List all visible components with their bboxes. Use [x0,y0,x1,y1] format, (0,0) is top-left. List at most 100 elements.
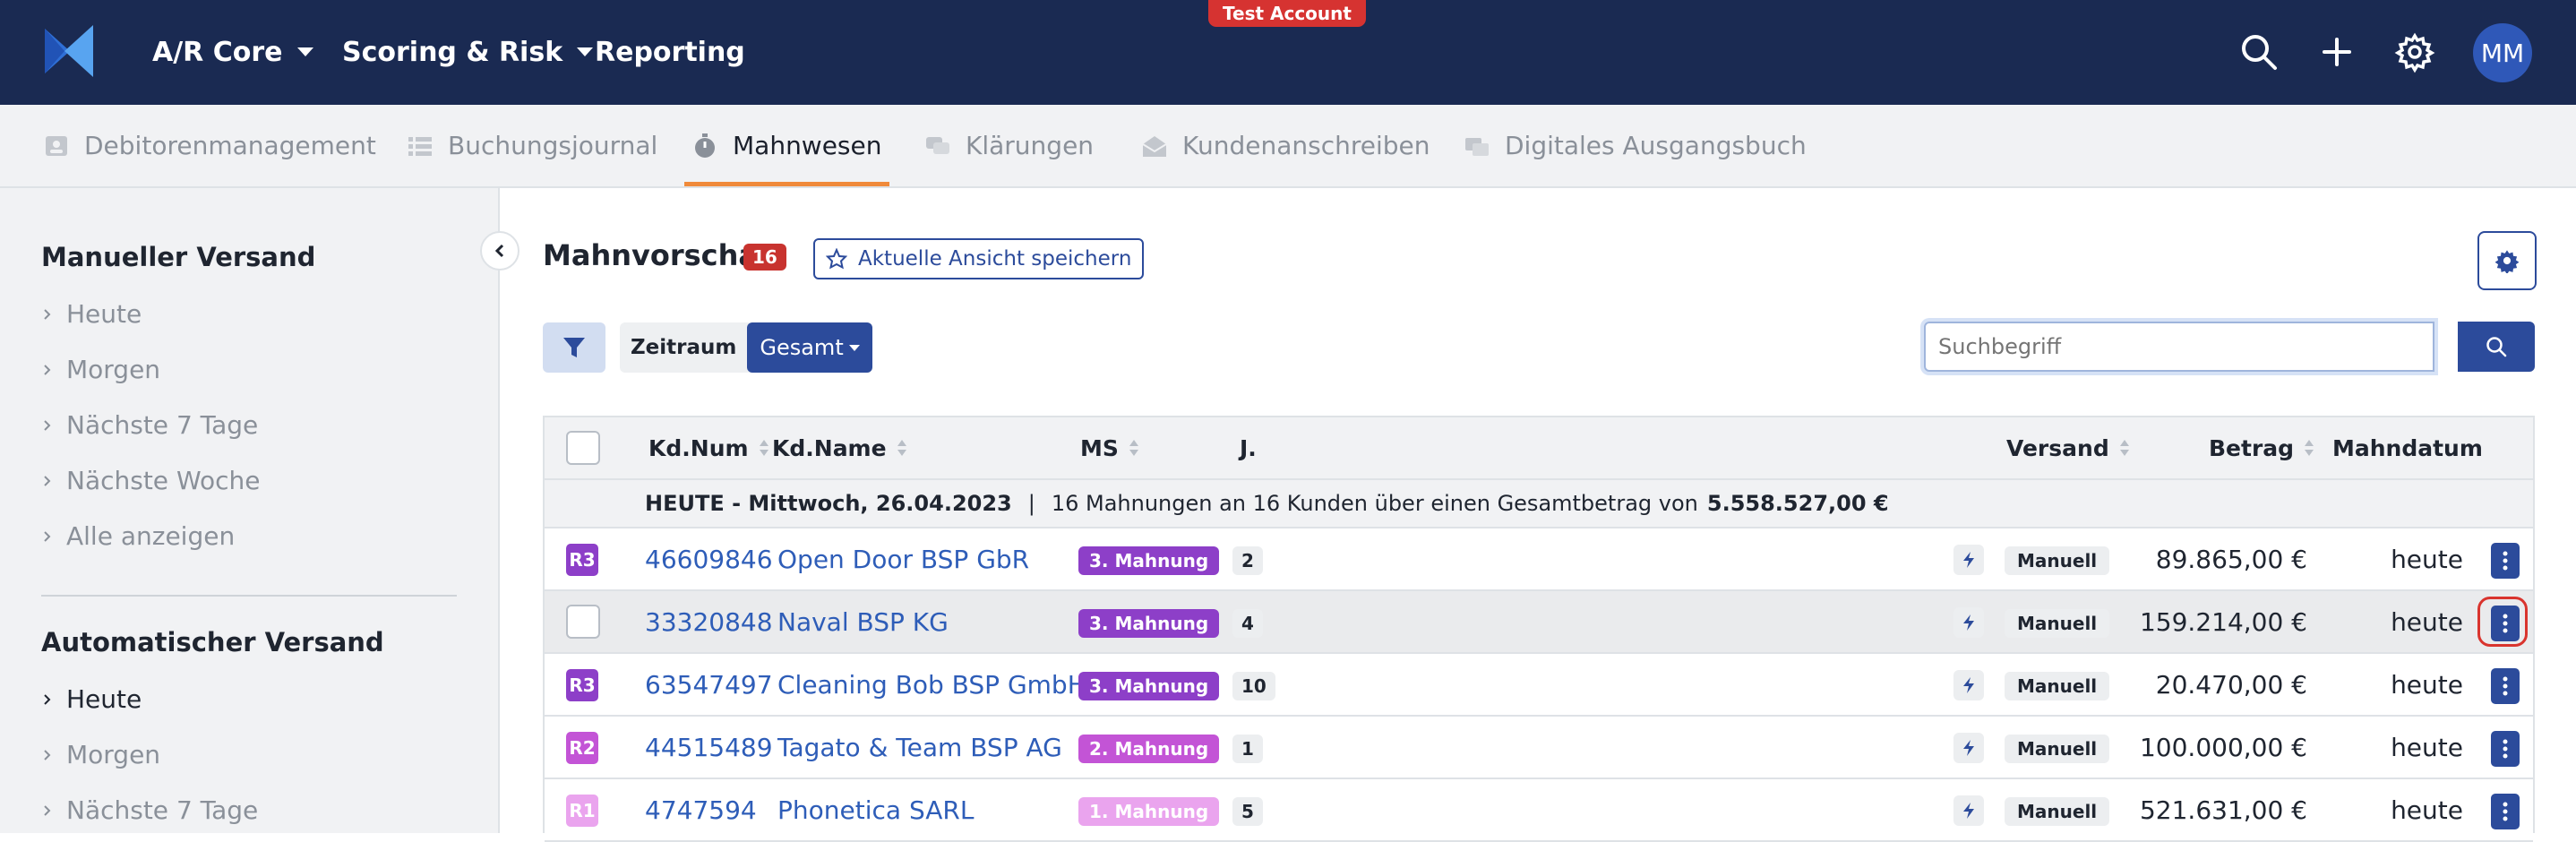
table-row[interactable]: R2 44515489 Tagato & Team BSP AG 2. Mahn… [545,717,2533,779]
tab-mahnwesen[interactable]: Mahnwesen [684,105,889,186]
group-label: HEUTE - Mittwoch, 26.04.2023 [645,491,1012,516]
kebab-icon [2503,802,2508,821]
nav-reporting[interactable]: Reporting [595,32,745,72]
column-kdname[interactable]: Kd.Name [772,417,908,478]
sort-icon [1129,440,1138,456]
sidebar-item-manual-alle[interactable]: Alle anzeigen [41,521,235,551]
sidebar-item-manual-woche[interactable]: Nächste Woche [41,466,260,495]
dunning-level-badge: 3. Mahnung [1078,609,1220,638]
level-badge: R3 [566,669,598,701]
row-actions-button[interactable] [2491,731,2520,767]
lightning-icon [1953,670,1984,700]
table-settings-button[interactable] [2477,231,2537,290]
caret-down-icon [848,344,860,351]
row-actions-button[interactable] [2491,543,2520,579]
count-badge: 1 [1232,735,1263,763]
zeitraum-filter: Zeitraum Gesamt [620,322,872,373]
sidebar-item-auto-7-tage[interactable]: Nächste 7 Tage [41,795,258,825]
chevron-left-icon [494,244,504,258]
customer-name-link[interactable]: Open Door BSP GbR [777,528,1029,589]
nav-ar-core[interactable]: A/R Core [152,32,313,72]
customer-number-link[interactable]: 46609846 [645,528,773,589]
customer-number-link[interactable]: 63547497 [645,654,773,715]
table-row[interactable]: R3 46609846 Open Door BSP GbR 3. Mahnung… [545,528,2533,591]
versand-badge: Manuell [2005,735,2110,763]
customer-number-link[interactable]: 4747594 [645,779,757,840]
nav-scoring-risk[interactable]: Scoring & Risk [342,32,594,72]
search-icon [2486,337,2507,357]
search-icon[interactable] [2237,30,2280,73]
versand-badge: Manuell [2005,672,2110,700]
column-mahndatum: Mahndatum [2332,434,2483,461]
app-logo[interactable] [39,21,99,81]
column-j: J. [1240,434,1257,461]
customer-name-link[interactable]: Phonetica SARL [777,779,974,840]
chevron-right-icon [44,530,51,542]
chevron-right-icon [44,804,51,816]
level-badge: R3 [566,544,598,576]
caret-down-icon [577,47,594,56]
chevron-right-icon [44,475,51,486]
dunning-level-badge: 1. Mahnung [1078,797,1220,826]
customer-number-link[interactable]: 44515489 [645,717,773,778]
zeitraum-dropdown[interactable]: Gesamt [747,322,872,373]
customer-number-link[interactable]: 33320848 [645,591,773,652]
chevron-right-icon [44,308,51,320]
count-badge: 2 [1232,546,1263,575]
customer-name-link[interactable]: Cleaning Bob BSP GmbH [777,654,1086,715]
dunning-date: heute [2391,669,2463,700]
sidebar-item-manual-7-tage[interactable]: Nächste 7 Tage [41,410,258,440]
tab-buchungsjournal[interactable]: Buchungsjournal [407,105,657,186]
column-versand[interactable]: Versand [2006,417,2131,478]
dunning-date: heute [2391,544,2463,574]
save-view-button[interactable]: Aktuelle Ansicht speichern [813,238,1145,279]
sidebar: Manueller Versand Heute Morgen Nächste 7… [0,188,500,833]
kebab-icon [2503,551,2508,571]
customer-name-link[interactable]: Naval BSP KG [777,591,949,652]
column-ms[interactable]: MS [1080,417,1140,478]
tab-kundenanschreiben[interactable]: Kundenanschreiben [1141,105,1430,186]
amount: 159.214,00 € [2139,606,2307,637]
zeitraum-label: Zeitraum [631,336,737,359]
search-button[interactable] [2458,322,2535,372]
row-checkbox[interactable] [566,605,600,639]
gear-icon [2494,250,2520,273]
tab-klaerungen[interactable]: Klärungen [924,105,1094,186]
amount: 20.470,00 € [2155,669,2307,700]
column-betrag[interactable]: Betrag [2209,417,2315,478]
tab-debitorenmanagement[interactable]: Debitorenmanagement [43,105,376,186]
sidebar-item-auto-morgen[interactable]: Morgen [41,740,160,769]
row-actions-button[interactable] [2491,794,2520,829]
table-row[interactable]: R3 63547497 Cleaning Bob BSP GmbH 3. Mah… [545,654,2533,717]
envelope-open-icon [1142,135,1167,157]
count-badge: 10 [1232,672,1275,700]
dunning-level-badge: 3. Mahnung [1078,672,1220,700]
kebab-icon [2503,676,2508,696]
tab-digitales-ausgangsbuch[interactable]: Digitales Ausgangsbuch [1464,105,1807,186]
plus-icon[interactable] [2315,30,2358,73]
chevron-right-icon [44,364,51,375]
group-summary: 16 Mahnungen an 16 Kunden über einen Ges… [1051,491,1698,516]
group-total: 5.558.527,00 € [1706,491,1889,516]
group-row-heute: HEUTE - Mittwoch, 26.04.2023 | 16 Mahnun… [545,480,2533,528]
row-actions-button[interactable] [2491,668,2520,704]
sidebar-collapse-button[interactable] [480,231,519,271]
sidebar-item-manual-heute[interactable]: Heute [41,299,142,329]
sidebar-item-auto-heute[interactable]: Heute [41,684,142,714]
customer-name-link[interactable]: Tagato & Team BSP AG [777,717,1062,778]
lightning-icon [1953,795,1984,826]
table-row[interactable]: 33320848 Naval BSP KG 3. Mahnung 4 Manue… [545,591,2533,654]
avatar[interactable]: MM [2473,23,2532,82]
chevron-right-icon [44,749,51,760]
amount: 521.631,00 € [2139,795,2307,825]
chevron-right-icon [44,419,51,431]
column-kdnum[interactable]: Kd.Num [648,417,770,478]
gear-icon[interactable] [2393,30,2436,73]
dunning-date: heute [2391,732,2463,762]
sort-icon [2119,440,2129,456]
sidebar-item-manual-morgen[interactable]: Morgen [41,355,160,384]
search-input[interactable] [1924,322,2434,372]
row-actions-button[interactable] [2491,606,2520,641]
select-all-checkbox[interactable] [566,431,600,465]
filter-button[interactable] [543,322,605,373]
